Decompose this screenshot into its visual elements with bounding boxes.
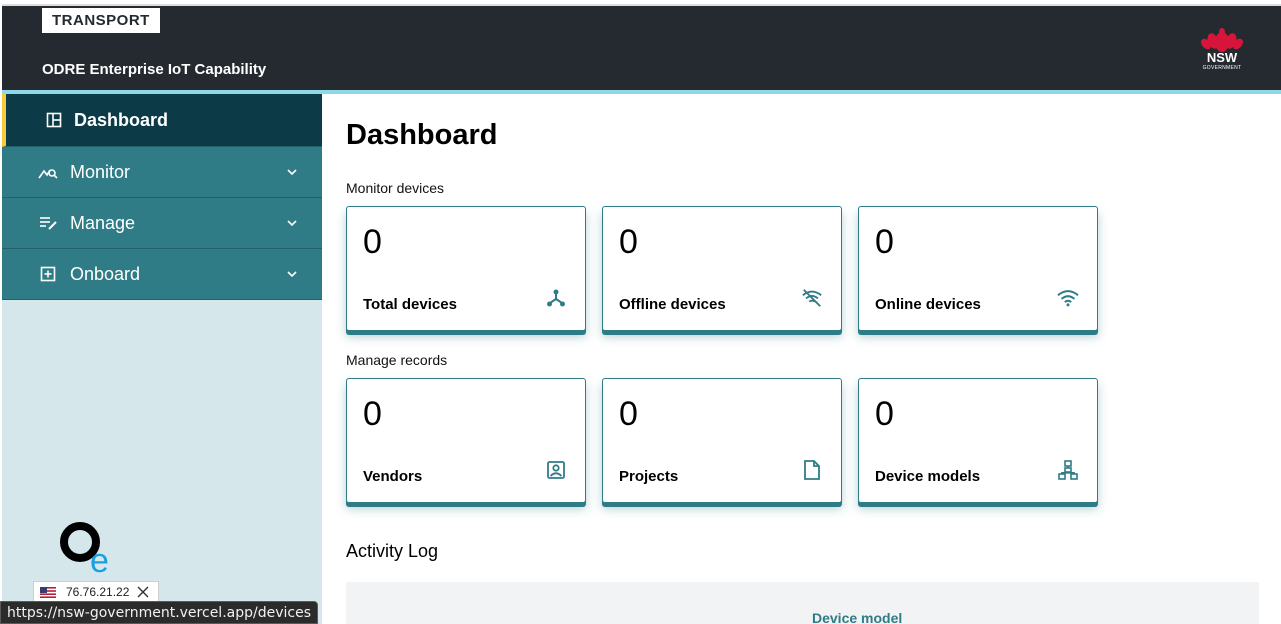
- page-title: Dashboard: [346, 119, 498, 151]
- card-value: 0: [875, 223, 894, 261]
- logo-subtext: GOVERNMENT: [1202, 65, 1242, 71]
- sidebar-item-label: Dashboard: [74, 109, 169, 130]
- sidebar-item-label: Onboard: [70, 263, 141, 284]
- close-icon[interactable]: [137, 586, 149, 598]
- document-icon: [801, 459, 823, 481]
- card-value: 0: [875, 395, 894, 433]
- sidebar-item-monitor[interactable]: Monitor: [2, 147, 322, 198]
- hub-icon: [545, 287, 567, 309]
- projects-card[interactable]: 0 Projects: [602, 378, 842, 503]
- chevron-down-icon[interactable]: [286, 217, 298, 229]
- ip-address: 76.76.21.22: [66, 585, 130, 599]
- oe-logo: e: [58, 522, 118, 580]
- vendors-card[interactable]: 0 Vendors: [346, 378, 586, 503]
- hierarchy-icon: [1057, 459, 1079, 481]
- card-value: 0: [363, 223, 382, 261]
- manage-list-icon: [38, 213, 58, 233]
- ip-badge: 76.76.21.22: [33, 581, 159, 603]
- contact-icon: [545, 459, 567, 481]
- card-value: 0: [619, 395, 638, 433]
- sidebar: Dashboard Monitor Manage Onboard e 76.76…: [2, 94, 322, 624]
- sidebar-item-label: Manage: [70, 212, 136, 233]
- card-label: Offline devices: [619, 296, 726, 313]
- card-label: Vendors: [363, 468, 423, 485]
- wifi-off-icon: [801, 287, 823, 309]
- card-label: Device models: [875, 468, 981, 485]
- card-label: Total devices: [363, 296, 457, 313]
- offline-devices-card[interactable]: 0 Offline devices: [602, 206, 842, 331]
- app-header: TRANSPORT ODRE Enterprise IoT Capability…: [2, 4, 1281, 90]
- monitor-chart-icon: [38, 162, 58, 182]
- device-models-card[interactable]: 0 Device models: [858, 378, 1098, 503]
- column-header-device-model[interactable]: Device model: [812, 610, 902, 624]
- svg-text:e: e: [90, 542, 109, 574]
- wifi-icon: [1057, 287, 1079, 309]
- activity-log-title: Activity Log: [346, 541, 439, 561]
- monitor-section-label: Monitor devices: [346, 180, 445, 196]
- nsw-government-logo[interactable]: NSW GOVERNMENT: [1201, 28, 1243, 74]
- sidebar-item-label: Monitor: [70, 161, 131, 182]
- logo-text: NSW: [1206, 50, 1238, 65]
- dashboard-icon: [44, 110, 64, 130]
- activity-log-table: Device model: [346, 582, 1259, 624]
- online-devices-card[interactable]: 0 Online devices: [858, 206, 1098, 331]
- sidebar-item-manage[interactable]: Manage: [2, 198, 322, 249]
- chevron-down-icon[interactable]: [286, 166, 298, 178]
- brand-tag: TRANSPORT: [42, 8, 160, 33]
- manage-section-label: Manage records: [346, 352, 448, 368]
- status-url-tooltip: https://nsw-government.vercel.app/device…: [0, 601, 318, 624]
- us-flag-icon: [40, 586, 56, 598]
- app-title[interactable]: ODRE Enterprise IoT Capability: [42, 61, 266, 78]
- sidebar-item-onboard[interactable]: Onboard: [2, 249, 322, 300]
- card-label: Online devices: [875, 296, 981, 313]
- sidebar-item-dashboard[interactable]: Dashboard: [2, 94, 322, 147]
- card-value: 0: [363, 395, 382, 433]
- add-box-icon: [38, 264, 58, 284]
- card-label: Projects: [619, 468, 679, 485]
- card-value: 0: [619, 223, 638, 261]
- total-devices-card[interactable]: 0 Total devices: [346, 206, 586, 331]
- chevron-down-icon[interactable]: [286, 268, 298, 280]
